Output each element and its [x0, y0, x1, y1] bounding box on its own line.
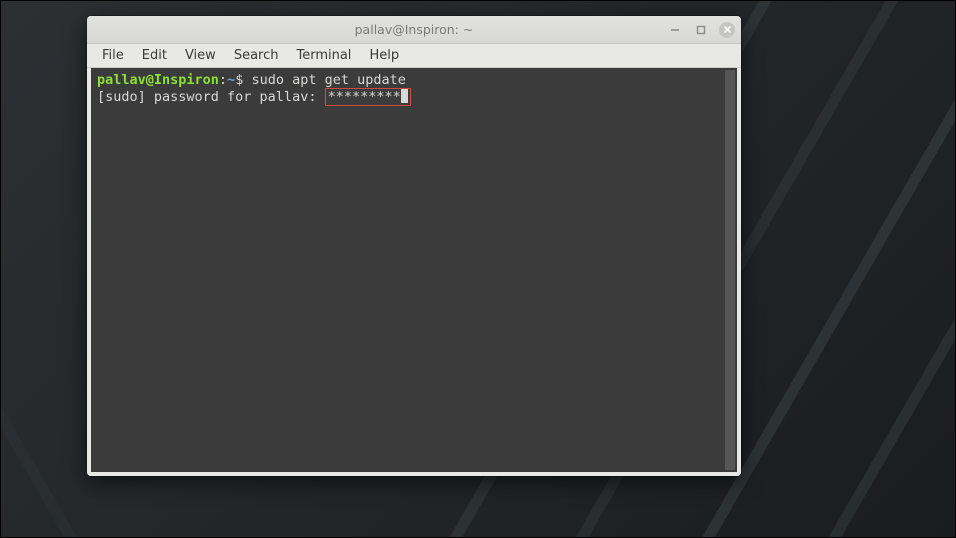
terminal-cursor [401, 89, 408, 103]
menu-help[interactable]: Help [360, 45, 408, 66]
prompt-path: ~ [227, 72, 235, 88]
titlebar[interactable]: pallav@Inspiron: ~ [87, 16, 741, 44]
menu-search[interactable]: Search [225, 45, 288, 66]
password-masked: ********* [328, 89, 401, 105]
terminal-frame: pallav@Inspiron:~$ sudo apt get update [… [91, 68, 737, 472]
terminal-scrollbar[interactable] [725, 70, 735, 470]
terminal-container: pallav@Inspiron:~$ sudo apt get update [… [87, 68, 741, 476]
close-button[interactable] [719, 22, 735, 38]
prompt-symbol: $ [235, 72, 251, 88]
terminal-window: pallav@Inspiron: ~ File Edit View Search… [87, 16, 741, 476]
prompt-colon: : [219, 72, 227, 88]
maximize-button[interactable] [693, 22, 709, 38]
command-text: sudo apt get update [251, 72, 405, 88]
window-title: pallav@Inspiron: ~ [355, 22, 474, 37]
prompt-user-host: pallav@Inspiron [97, 72, 219, 88]
window-controls [667, 22, 735, 38]
password-highlight-box: ********* [325, 88, 411, 106]
menu-view[interactable]: View [176, 45, 225, 66]
terminal-output[interactable]: pallav@Inspiron:~$ sudo apt get update [… [91, 68, 725, 472]
menubar: File Edit View Search Terminal Help [87, 44, 741, 68]
menu-terminal[interactable]: Terminal [287, 45, 360, 66]
password-prompt-prefix: [sudo] password for pallav: [97, 89, 325, 105]
minimize-button[interactable] [667, 22, 683, 38]
menu-file[interactable]: File [93, 45, 133, 66]
menu-edit[interactable]: Edit [133, 45, 176, 66]
